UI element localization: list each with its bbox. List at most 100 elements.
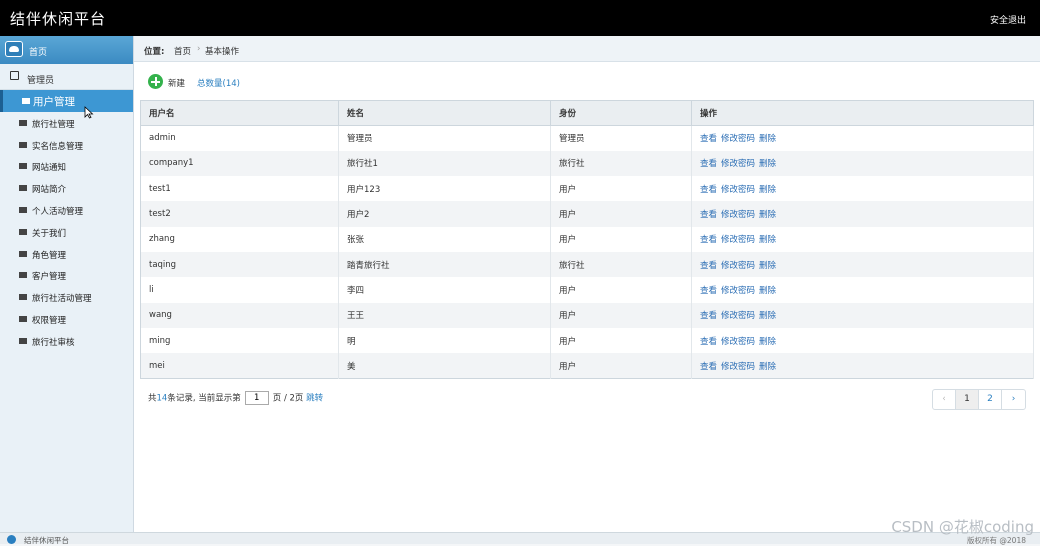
view-link[interactable]: 查看	[700, 210, 717, 220]
table-cell: zhang	[140, 226, 339, 252]
mouse-cursor-icon	[84, 106, 94, 119]
pagination-pages: 页 / 2页	[272, 393, 304, 404]
table-row: mei 美用户 查看 修改密码 删除	[140, 353, 1034, 379]
breadcrumb-home[interactable]: 首页	[174, 45, 191, 57]
change-password-link[interactable]: 修改密码	[721, 311, 755, 321]
sidebar-item[interactable]: 实名信息管理	[0, 134, 133, 156]
logout-link[interactable]: 安全退出	[990, 13, 1026, 26]
list-icon	[19, 294, 27, 301]
total-count: 总数量(14)	[197, 79, 240, 89]
sidebar-item-label: 实名信息管理	[32, 141, 84, 152]
table-cell: 用户2	[338, 201, 551, 227]
table-body: admin 管理员 管理员 查看 修改密码 删除 company1 旅行社1 旅行社 查看 修改密码…	[140, 125, 1034, 379]
change-password-link[interactable]: 修改密码	[721, 210, 755, 220]
change-password-link[interactable]: 修改密码	[721, 134, 755, 144]
column-header-username: 用户名	[140, 100, 339, 126]
delete-link[interactable]: 删除	[759, 337, 776, 347]
sidebar-item[interactable]: 关于我们	[0, 221, 133, 243]
delete-link[interactable]: 删除	[759, 311, 776, 321]
change-password-link[interactable]: 修改密码	[721, 185, 755, 195]
table-cell: 李四	[338, 277, 551, 303]
sidebar: 首页 管理员 用户管理旅行社管理实名信息管理网站通知 网站简介个人活动管理关于我们…	[0, 36, 134, 532]
next-page-button[interactable]: ›	[1002, 390, 1025, 409]
sidebar-item[interactable]: 客户管理	[0, 264, 133, 286]
sidebar-menu: 用户管理旅行社管理实名信息管理网站通知 网站简介个人活动管理关于我们 角色管理 客户管…	[0, 90, 133, 352]
sidebar-item-label: 用户管理	[33, 96, 75, 108]
actions-cell: 查看 修改密码 删除	[691, 353, 1034, 379]
change-password-link[interactable]: 修改密码	[721, 286, 755, 296]
info-icon	[7, 535, 16, 544]
sidebar-group-label: 管理员	[27, 76, 55, 86]
list-icon	[19, 119, 27, 126]
actions-cell: 查看 修改密码 删除	[691, 150, 1034, 177]
breadcrumb-title: 位置:	[144, 47, 165, 57]
delete-link[interactable]: 删除	[759, 134, 776, 144]
cloud-icon	[5, 41, 23, 57]
app-title: 结伴休闲平台	[10, 10, 107, 28]
view-link[interactable]: 查看	[700, 235, 717, 245]
pagination-summary: 共14条记录, 当前显示第 页 / 2页 跳转	[148, 391, 323, 405]
page-number-input[interactable]	[244, 391, 269, 405]
delete-link[interactable]: 删除	[759, 159, 776, 169]
sidebar-item[interactable]: 旅行社活动管理	[0, 286, 133, 308]
view-link[interactable]: 查看	[700, 134, 717, 144]
actions-cell: 查看 修改密码 删除	[691, 226, 1034, 252]
table-cell: 管理员	[550, 125, 692, 151]
view-link[interactable]: 查看	[700, 159, 717, 169]
list-icon	[19, 272, 27, 279]
table-cell: 用户	[550, 302, 692, 328]
list-icon	[22, 98, 30, 104]
delete-link[interactable]: 删除	[759, 362, 776, 372]
view-link[interactable]: 查看	[700, 185, 717, 195]
sidebar-home[interactable]: 首页	[0, 36, 133, 64]
table-cell: li	[140, 277, 339, 303]
user-table: 用户名 姓名 身份 操作 admin 管理员 管理员 查看 修改密码 删除 company1…	[140, 100, 1034, 379]
change-password-link[interactable]: 修改密码	[721, 159, 755, 169]
sidebar-item-label: 个人活动管理	[32, 206, 84, 217]
sidebar-item[interactable]: 角色管理	[0, 243, 133, 265]
list-icon	[19, 141, 27, 148]
sidebar-item[interactable]: 网站简介	[0, 177, 133, 199]
delete-link[interactable]: 删除	[759, 210, 776, 220]
table-row: wang 王王 用户 查看 修改密码 删除	[140, 302, 1034, 328]
table-row: test2 用户2 用户 查看 修改密码 删除	[140, 201, 1034, 227]
prev-page-button[interactable]: ‹	[933, 390, 956, 409]
sidebar-item[interactable]: 旅行社审核	[0, 330, 133, 352]
table-row: ming 明用户 查看 修改密码 删除	[140, 327, 1034, 354]
table-row: taqing 踏青旅行社 旅行社 查看 修改密码 删除	[140, 251, 1034, 278]
sidebar-item-label: 旅行社审核	[32, 337, 75, 348]
change-password-link[interactable]: 修改密码	[721, 337, 755, 347]
view-link[interactable]: 查看	[700, 261, 717, 271]
view-link[interactable]: 查看	[700, 362, 717, 372]
page-2-button[interactable]: 2	[979, 390, 1002, 409]
table-cell: 用户123	[338, 176, 551, 202]
sidebar-item[interactable]: 旅行社管理	[0, 112, 133, 134]
change-password-link[interactable]: 修改密码	[721, 261, 755, 271]
jump-button[interactable]: 跳转	[306, 394, 323, 404]
table-cell: 用户	[550, 201, 692, 227]
table-cell: 美	[338, 353, 551, 379]
sidebar-item[interactable]: 用户管理	[0, 90, 133, 112]
delete-link[interactable]: 删除	[759, 261, 776, 271]
page-1-button[interactable]: 1	[956, 390, 979, 409]
table-cell: 用户	[550, 176, 692, 202]
sidebar-item[interactable]: 网站通知	[0, 155, 133, 177]
delete-link[interactable]: 删除	[759, 286, 776, 296]
table-cell: admin	[140, 125, 339, 151]
sidebar-item[interactable]: 个人活动管理	[0, 199, 133, 221]
change-password-link[interactable]: 修改密码	[721, 362, 755, 372]
table-cell: 明	[338, 327, 551, 354]
delete-link[interactable]: 删除	[759, 185, 776, 195]
actions-cell: 查看 修改密码 删除	[691, 201, 1034, 227]
table-row: admin 管理员 管理员 查看 修改密码 删除	[140, 125, 1034, 151]
breadcrumb-current: 基本操作	[205, 47, 240, 57]
view-link[interactable]: 查看	[700, 311, 717, 321]
view-link[interactable]: 查看	[700, 286, 717, 296]
view-link[interactable]: 查看	[700, 337, 717, 347]
table-cell: test1	[140, 176, 339, 202]
change-password-link[interactable]: 修改密码	[721, 235, 755, 245]
sidebar-group-admin[interactable]: 管理员	[0, 64, 133, 90]
sidebar-item[interactable]: 权限管理	[0, 308, 133, 330]
delete-link[interactable]: 删除	[759, 235, 776, 245]
new-button[interactable]: 新建	[148, 74, 196, 91]
